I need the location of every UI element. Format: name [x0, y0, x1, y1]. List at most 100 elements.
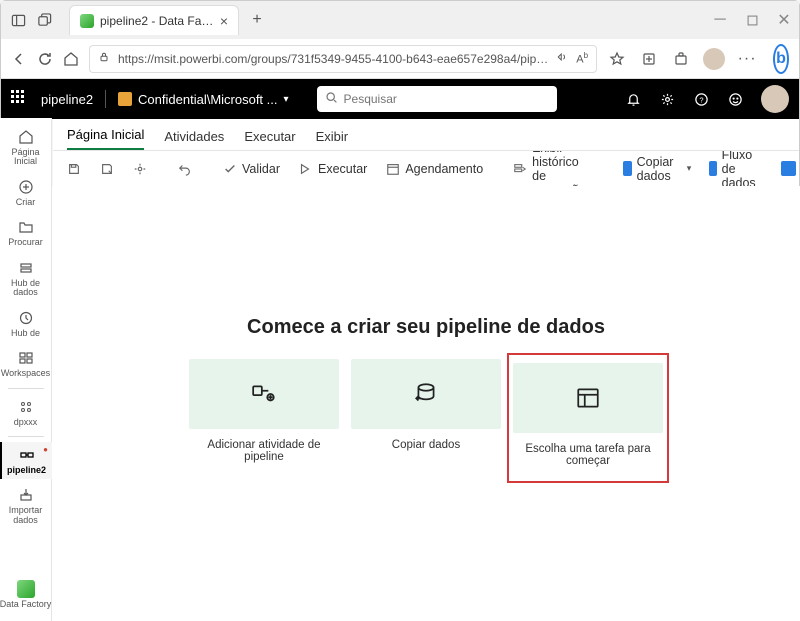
shield-icon: [118, 92, 132, 106]
refresh-button[interactable]: [37, 49, 53, 69]
rail-monitorhub[interactable]: Hub de: [0, 305, 52, 342]
text-size-icon[interactable]: Ab: [576, 51, 588, 66]
rail-label: Importar dados: [0, 506, 52, 525]
datafactory-icon: [17, 580, 35, 598]
favorite-button[interactable]: [607, 49, 627, 69]
rail-create[interactable]: Criar: [0, 174, 52, 211]
import-icon: [17, 486, 35, 504]
unsaved-indicator: ●: [43, 446, 48, 454]
starter-cards: Adicionar atividade de pipeline Copiar d…: [189, 359, 663, 477]
extensions-button[interactable]: [671, 49, 691, 69]
window-controls: ─ ✕: [713, 13, 791, 27]
dataflow-button[interactable]: Fluxo de dados: [704, 151, 768, 187]
validate-button[interactable]: Validar: [217, 158, 285, 179]
rail-label: Criar: [16, 198, 36, 207]
card-label: Escolha uma tarefa para começar: [517, 443, 659, 473]
ribbon-tab-run[interactable]: Executar: [244, 123, 295, 150]
close-window-button[interactable]: ✕: [777, 13, 791, 27]
template-icon: [575, 385, 601, 411]
sensitivity-label[interactable]: Confidential\Microsoft ... ▾: [118, 92, 288, 107]
sensitivity-text: Confidential\Microsoft ...: [138, 92, 277, 107]
divider: [105, 90, 106, 108]
save-as-button[interactable]: [94, 158, 119, 179]
copy-data-button[interactable]: Copiar dados▾: [618, 152, 696, 186]
toolbar: Validar Executar Agendamento Exibir hist…: [53, 151, 799, 187]
ribbon-tab-view[interactable]: Exibir: [316, 123, 349, 150]
save-icon: [66, 161, 81, 176]
view-history-button[interactable]: Exibir histórico de execuções: [508, 151, 598, 187]
ribbon-tab-activities[interactable]: Atividades: [164, 123, 224, 150]
card-label: Adicionar atividade de pipeline: [189, 439, 339, 463]
rail-label: Workspaces: [1, 369, 50, 378]
rail-label: Página Inicial: [0, 148, 52, 167]
workspaces-icon: [17, 349, 35, 367]
home-icon: [17, 128, 35, 146]
undo-icon: [177, 161, 192, 176]
rail-workspaces[interactable]: Workspaces: [0, 345, 52, 382]
tab-title: pipeline2 - Data Factory: [100, 14, 214, 28]
save-button[interactable]: [61, 158, 86, 179]
rail-label: Procurar: [8, 238, 43, 247]
ribbon-tab-home[interactable]: Página Inicial: [67, 121, 144, 150]
pipeline-canvas: Comece a criar seu pipeline de dados Adi…: [52, 186, 800, 621]
pipeline-activity-icon: [251, 381, 277, 407]
ribbon-tabs: Página Inicial Atividades Executar Exibi…: [53, 119, 799, 151]
settings-icon[interactable]: [659, 91, 675, 107]
pipeline-name: pipeline2: [41, 92, 93, 107]
copydata-icon: [623, 161, 632, 176]
profile-avatar[interactable]: [761, 85, 789, 113]
canvas-heading: Comece a criar seu pipeline de dados: [247, 316, 605, 339]
profile-avatar-small[interactable]: [703, 48, 725, 70]
tabactions-icon[interactable]: [35, 11, 53, 29]
rail-pipeline2[interactable]: pipeline2 ●: [0, 442, 52, 479]
more-button[interactable]: ···: [737, 49, 757, 69]
card-label: Copiar dados: [392, 439, 460, 451]
svg-text:?: ?: [699, 95, 703, 104]
address-actions: ···: [607, 48, 757, 70]
home-button[interactable]: [63, 49, 79, 69]
chevron-down-icon: ▾: [687, 163, 692, 174]
card-add-activity[interactable]: Adicionar atividade de pipeline: [189, 359, 339, 477]
folder-icon: [17, 218, 35, 236]
rail-separator: [8, 388, 44, 389]
rail-datahub[interactable]: Hub de dados: [0, 255, 52, 302]
plus-circle-icon: [17, 178, 35, 196]
search-input[interactable]: [344, 92, 549, 106]
minimize-button[interactable]: ─: [713, 13, 727, 27]
card-choose-task[interactable]: Escolha uma tarefa para começar: [513, 359, 663, 477]
voice-icon[interactable]: [556, 51, 568, 66]
url-box[interactable]: https://msit.powerbi.com/groups/731f5349…: [89, 45, 597, 73]
rail-label: Hub de: [11, 329, 40, 338]
check-icon: [222, 161, 237, 176]
rail-home[interactable]: Página Inicial: [0, 124, 52, 171]
close-tab-icon[interactable]: ×: [220, 13, 228, 29]
schedule-button[interactable]: Agendamento: [380, 158, 488, 179]
sidebar-toggle-icon[interactable]: [9, 11, 27, 29]
collections-button[interactable]: [639, 49, 659, 69]
rail-workspace-dpxxx[interactable]: dpxxx: [0, 394, 52, 431]
feedback-icon[interactable]: [727, 91, 743, 107]
datafactory-favicon: [80, 14, 94, 28]
notebook-button[interactable]: Note: [776, 158, 799, 179]
back-button[interactable]: [11, 49, 27, 69]
rail-label: dpxxx: [14, 418, 38, 427]
datahub-icon: [17, 259, 35, 277]
rail-label: pipeline2: [7, 466, 46, 475]
rail-import-data[interactable]: Importar dados: [0, 482, 52, 529]
search-icon: [325, 91, 338, 107]
notifications-icon[interactable]: [625, 91, 641, 107]
dataflow-icon: [709, 161, 716, 176]
rail-browse[interactable]: Procurar: [0, 214, 52, 251]
app-launcher-icon[interactable]: [11, 90, 29, 108]
browser-tab[interactable]: pipeline2 - Data Factory ×: [69, 5, 239, 35]
new-tab-button[interactable]: +: [245, 8, 269, 32]
execute-button[interactable]: Executar: [293, 158, 372, 179]
search-box[interactable]: [317, 86, 557, 112]
maximize-button[interactable]: [745, 13, 759, 27]
settings-button[interactable]: [127, 158, 152, 179]
undo-button[interactable]: [172, 158, 197, 179]
rail-product-switcher[interactable]: Data Factory: [0, 576, 52, 613]
bing-sidebar-button[interactable]: b: [773, 44, 789, 74]
card-copy-data[interactable]: Copiar dados: [351, 359, 501, 477]
help-icon[interactable]: ?: [693, 91, 709, 107]
